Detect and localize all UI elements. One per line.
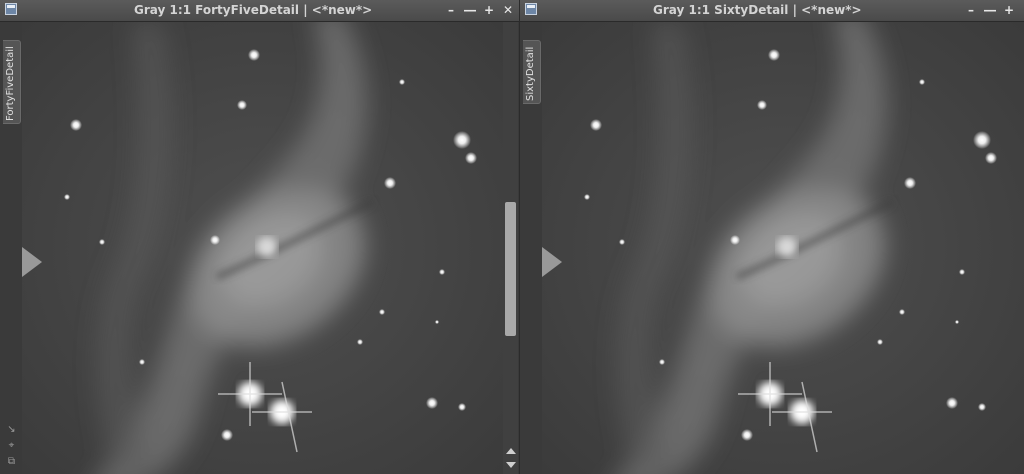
image-view[interactable] [542,22,1024,474]
clone-icon[interactable]: ⧉ [6,456,17,467]
window-icon[interactable] [525,3,537,15]
maximize-button[interactable]: + [1002,3,1016,17]
shade-button[interactable]: ― [983,3,997,17]
minimize-button[interactable]: – [964,3,978,17]
view-tab-label: FortyFiveDetail [5,46,16,121]
title-bar[interactable]: Gray 1:1 SixtyDetail | <*new*> – ― + [520,0,1024,22]
view-tab-label: SixtyDetail [525,46,536,101]
view-tab-sixty[interactable]: SixtyDetail [523,40,541,104]
fit-icon[interactable]: ⌖ [6,440,17,451]
minimize-button[interactable]: – [444,3,458,17]
resize-icon[interactable]: ↘ [6,424,17,435]
image-window-fortyfive[interactable]: Gray 1:1 FortyFiveDetail | <*new*> – ― +… [0,0,519,474]
maximize-button[interactable]: + [482,3,496,17]
side-tab-strip: FortyFiveDetail ↘ ⌖ ⧉ [0,22,22,474]
image-window-sixty[interactable]: Gray 1:1 SixtyDetail | <*new*> – ― + Six… [520,0,1024,474]
vertical-scrollbar[interactable] [503,22,518,474]
scroll-down-arrow[interactable] [506,462,516,468]
scrollbar-thumb[interactable] [505,202,516,336]
window-title: Gray 1:1 SixtyDetail | <*new*> [653,3,862,17]
window-title: Gray 1:1 FortyFiveDetail | <*new*> [134,3,373,17]
image-view[interactable] [22,22,503,474]
view-tab-fortyfive[interactable]: FortyFiveDetail [3,40,21,124]
shade-button[interactable]: ― [463,3,477,17]
window-icon[interactable] [5,3,17,15]
side-tab-strip: SixtyDetail [520,22,542,474]
close-button[interactable]: ✕ [501,3,515,17]
title-bar[interactable]: Gray 1:1 FortyFiveDetail | <*new*> – ― +… [0,0,519,22]
scroll-up-arrow[interactable] [506,448,516,454]
